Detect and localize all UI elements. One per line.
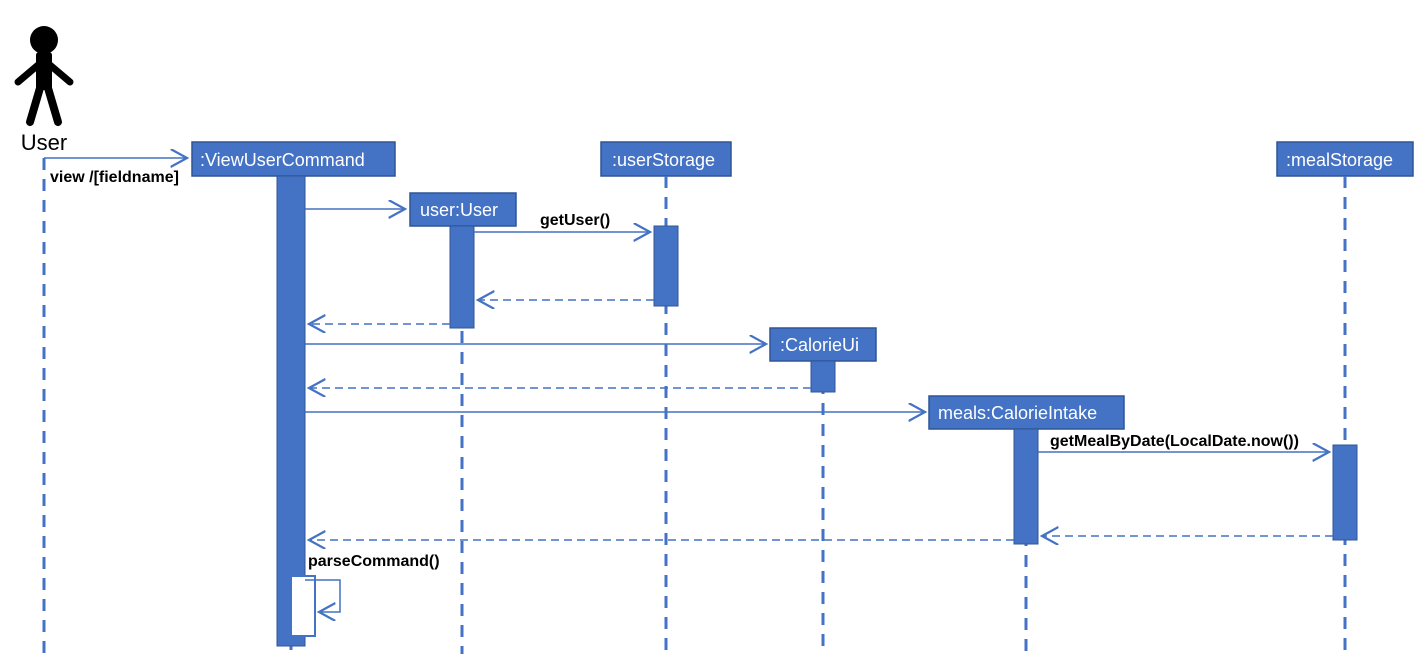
participant-mealstorage: :mealStorage: [1277, 142, 1413, 176]
svg-text::userStorage: :userStorage: [612, 150, 715, 170]
participant-viewusercommand: :ViewUserCommand: [192, 142, 395, 176]
participant-calorieui: :CalorieUi: [770, 328, 876, 361]
participant-mealscalorieintake: meals:CalorieIntake: [929, 396, 1124, 429]
msg-parsecommand-label: parseCommand(): [308, 553, 440, 570]
activation-useruser: [450, 226, 474, 328]
msg-getmealbydate-label: getMealByDate(LocalDate.now()): [1050, 433, 1299, 450]
activation-calorieui: [811, 361, 835, 392]
activation-mealstorage: [1333, 445, 1357, 540]
msg-getuser-label: getUser(): [540, 212, 610, 229]
activation-mealscalorieintake: [1014, 429, 1038, 544]
svg-text::mealStorage: :mealStorage: [1286, 150, 1393, 170]
svg-text:meals:CalorieIntake: meals:CalorieIntake: [938, 403, 1097, 423]
sequence-diagram: User :ViewUserCommand user:User :userSto…: [0, 0, 1422, 654]
activation-userstorage: [654, 226, 678, 306]
svg-text:user:User: user:User: [420, 200, 498, 220]
participant-userstorage: :userStorage: [601, 142, 731, 176]
actor-label: User: [21, 130, 67, 155]
svg-text::CalorieUi: :CalorieUi: [780, 335, 859, 355]
participant-useruser: user:User: [410, 193, 516, 226]
svg-text::ViewUserCommand: :ViewUserCommand: [200, 150, 365, 170]
activation-parsecommand: [291, 576, 315, 636]
actor-user: User: [18, 26, 70, 155]
msg-view-fieldname-label: view /[fieldname]: [50, 169, 179, 186]
